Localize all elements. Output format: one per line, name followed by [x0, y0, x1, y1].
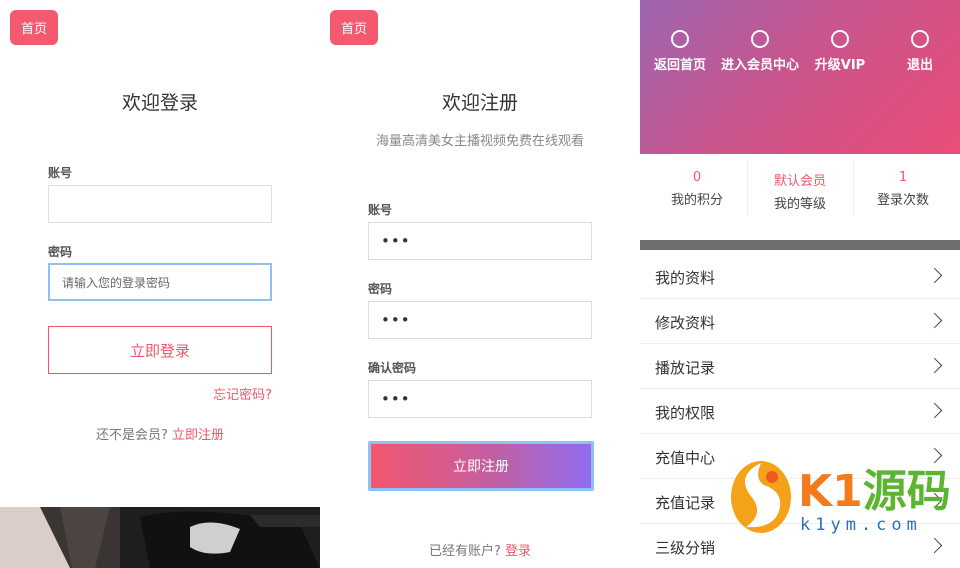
register-prompt: 还不是会员? 立即注册: [0, 424, 320, 443]
member-stats: 0 我的积分 默认会员 我的等级 1 登录次数: [640, 154, 960, 240]
password-input[interactable]: •••: [368, 301, 592, 339]
nav-home-label: 返回首页: [653, 58, 706, 73]
circle-icon: [831, 30, 849, 48]
section-divider: [640, 240, 960, 250]
forgot-password-link[interactable]: 忘记密码?: [213, 384, 272, 403]
stat-level-label: 我的等级: [773, 197, 826, 212]
chevron-right-icon: [926, 357, 943, 374]
password-value: •••: [381, 311, 411, 329]
banner-photo: [0, 507, 320, 568]
logo-emblem-icon: [731, 461, 791, 533]
menu-item-label: 播放记录: [655, 359, 716, 377]
menu-item-edit-profile[interactable]: 修改资料: [640, 299, 960, 344]
menu-item-label: 我的权限: [655, 404, 716, 422]
register-button[interactable]: 立即注册: [368, 441, 594, 491]
nav-upgrade-vip-label: 升级VIP: [814, 58, 866, 73]
home-button[interactable]: 首页: [10, 10, 58, 45]
menu-item-label: 我的资料: [655, 269, 716, 287]
watermark-domain: k1ym.com: [800, 515, 922, 535]
menu-item-my-profile[interactable]: 我的资料: [640, 254, 960, 299]
circle-icon: [671, 30, 689, 48]
stat-logins-value: 1: [898, 170, 908, 185]
watermark-logo: K1源码 k1ym.com: [728, 455, 960, 550]
home-button[interactable]: 首页: [330, 10, 378, 45]
register-subtitle: 海量高清美女主播视频免费在线观看: [375, 134, 584, 149]
chevron-right-icon: [926, 312, 943, 329]
password-input[interactable]: 请输入您的登录密码: [48, 263, 272, 301]
menu-item-label: 三级分销: [655, 539, 716, 557]
photo-graphic: [0, 507, 320, 568]
chevron-right-icon: [926, 267, 943, 284]
have-account-text: 已经有账户?: [428, 544, 501, 559]
screen: 首页 欢迎登录 账号 密码 请输入您的登录密码 立即登录 忘记密码? 还不是会员…: [0, 0, 960, 568]
account-input[interactable]: [48, 185, 272, 223]
nav-member-center[interactable]: 进入会员中心: [720, 30, 800, 78]
login-panel: 首页 欢迎登录 账号 密码 请输入您的登录密码 立即登录 忘记密码? 还不是会员…: [0, 0, 320, 568]
nav-home[interactable]: 返回首页: [640, 30, 720, 78]
account-input[interactable]: •••: [368, 222, 592, 260]
watermark-brand-k1: K1: [798, 466, 863, 517]
menu-item-my-permissions[interactable]: 我的权限: [640, 389, 960, 434]
password-label: 密码: [368, 282, 393, 296]
circle-icon: [911, 30, 929, 48]
login-link[interactable]: 登录: [505, 544, 531, 559]
password-label: 密码: [48, 245, 73, 259]
register-link[interactable]: 立即注册: [172, 428, 224, 443]
nav-logout[interactable]: 退出: [880, 30, 960, 78]
chevron-right-icon: [926, 402, 943, 419]
stat-logins-label: 登录次数: [876, 193, 929, 208]
nav-logout-label: 退出: [906, 58, 933, 73]
login-prompt: 已经有账户? 登录: [320, 540, 640, 559]
login-button[interactable]: 立即登录: [48, 326, 272, 374]
account-value: •••: [381, 232, 411, 250]
watermark-brand: K1源码: [798, 455, 951, 519]
account-label: 账号: [368, 203, 393, 217]
stat-points: 0 我的积分: [644, 170, 750, 208]
stat-points-value: 0: [692, 170, 702, 185]
menu-item-label: 充值记录: [655, 494, 716, 512]
menu-item-play-history[interactable]: 播放记录: [640, 344, 960, 389]
login-title: 欢迎登录: [121, 92, 198, 114]
member-header: 返回首页 进入会员中心 升级VIP 退出: [640, 0, 960, 154]
nav-upgrade-vip[interactable]: 升级VIP: [800, 30, 880, 78]
menu-item-label: 修改资料: [655, 314, 716, 332]
menu-item-label: 充值中心: [655, 449, 716, 467]
watermark-brand-cn: 源码: [862, 466, 951, 517]
circle-icon: [751, 30, 769, 48]
register-title: 欢迎注册: [441, 92, 518, 114]
stat-points-label: 我的积分: [670, 193, 723, 208]
nav-member-center-label: 进入会员中心: [720, 58, 799, 73]
not-member-text: 还不是会员?: [95, 428, 168, 443]
confirm-password-input[interactable]: •••: [368, 380, 592, 418]
stat-level: 默认会员 我的等级: [747, 170, 853, 212]
stat-logins: 1 登录次数: [850, 170, 956, 208]
stat-level-value: 默认会员: [773, 174, 826, 189]
confirm-password-label: 确认密码: [368, 361, 417, 375]
account-label: 账号: [48, 166, 73, 180]
password-placeholder: 请输入您的登录密码: [62, 275, 171, 290]
confirm-password-value: •••: [381, 390, 411, 408]
